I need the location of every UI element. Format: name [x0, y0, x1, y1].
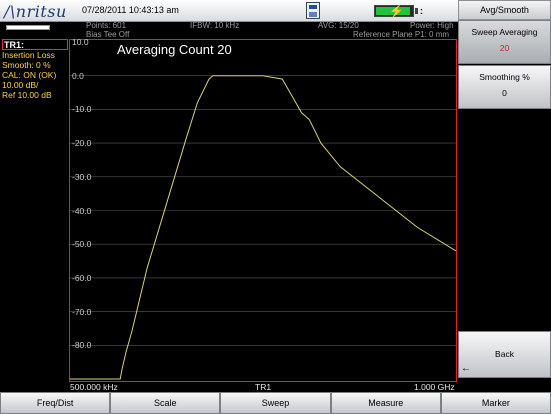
brand-logo: /\nritsu: [4, 2, 67, 21]
status-indicator: :: [420, 6, 423, 16]
power-readout: Power: High: [410, 21, 454, 30]
points-readout: Points: 601: [86, 21, 127, 30]
smoothing-readout: Smooth: 0 %: [2, 60, 51, 70]
freq-dist-tab[interactable]: Freq/Dist: [0, 392, 111, 414]
charging-icon: ⚡: [389, 4, 404, 18]
sweep-averaging-button[interactable]: Sweep Averaging 20: [458, 20, 551, 64]
reference-plane-readout: Reference Plane P1: 0 mm: [353, 30, 450, 39]
y-tick-label: -30.0: [72, 171, 92, 182]
scale-readout: 10.00 dB/: [2, 80, 39, 90]
sweep-tab[interactable]: Sweep: [220, 392, 331, 414]
stop-frequency: 1.000 GHz: [414, 382, 455, 392]
trace-info-panel: TR1: Insertion Loss Smooth: 0 % CAL: ON …: [2, 39, 68, 100]
graph-area[interactable]: [69, 39, 457, 382]
status-bar: /\nritsu 07/28/2011 10:43:13 am ⚡ :: [0, 0, 458, 22]
y-tick-label: -10.0: [72, 104, 92, 115]
main-menu-bar: Freq/Dist Scale Sweep Measure Marker: [0, 392, 551, 414]
measurement-type: Insertion Loss: [2, 50, 55, 60]
smoothing-button[interactable]: Smoothing % 0: [458, 65, 551, 109]
graph-title: Averaging Count 20: [117, 42, 232, 57]
battery-icon: ⚡: [374, 4, 414, 18]
ifbw-readout: IFBW: 10 kHz: [190, 21, 240, 30]
battery-tip: [415, 8, 418, 14]
reference-level-readout: Ref 10.00 dB: [2, 90, 52, 100]
y-tick-label: -60.0: [72, 272, 92, 283]
y-tick-label: -70.0: [72, 306, 92, 317]
calibration-status: CAL: ON (OK): [2, 70, 57, 80]
start-frequency: 500.000 kHz: [70, 382, 118, 392]
trace-indicator-bar: [6, 25, 50, 30]
back-label: Back: [495, 349, 514, 359]
menu-title: Avg/Smooth: [458, 0, 551, 20]
sweep-averaging-label: Sweep Averaging: [471, 27, 538, 37]
y-tick-label: -50.0: [72, 239, 92, 250]
y-tick-label: -40.0: [72, 205, 92, 216]
y-tick-label: 0.0: [72, 70, 84, 81]
softkey-panel: Avg/Smooth Sweep Averaging 20 Smoothing …: [458, 0, 551, 392]
sweep-averaging-value: 20: [499, 43, 510, 53]
back-arrow-icon: ←: [461, 363, 471, 374]
y-tick-label: -20.0: [72, 138, 92, 149]
bias-tee-readout: Bias Tee Off: [86, 30, 130, 39]
back-button[interactable]: Back ←: [458, 331, 551, 378]
smoothing-value: 0: [502, 88, 507, 98]
y-tick-label: -80.0: [72, 340, 92, 351]
averaging-readout: AVG: 15/20: [318, 21, 359, 30]
y-tick-label: 10.0: [72, 37, 89, 47]
smoothing-label: Smoothing %: [479, 72, 530, 82]
trace-plot: [70, 75, 456, 380]
trace-name-label: TR1: [255, 382, 272, 392]
measure-tab[interactable]: Measure: [330, 392, 441, 414]
date-time: 07/28/2011 10:43:13 am: [82, 5, 179, 15]
save-file-icon[interactable]: [306, 2, 320, 19]
trace-label[interactable]: TR1:: [2, 39, 68, 50]
scale-tab[interactable]: Scale: [110, 392, 221, 414]
trace-line: [70, 75, 456, 380]
marker-tab[interactable]: Marker: [440, 392, 551, 414]
